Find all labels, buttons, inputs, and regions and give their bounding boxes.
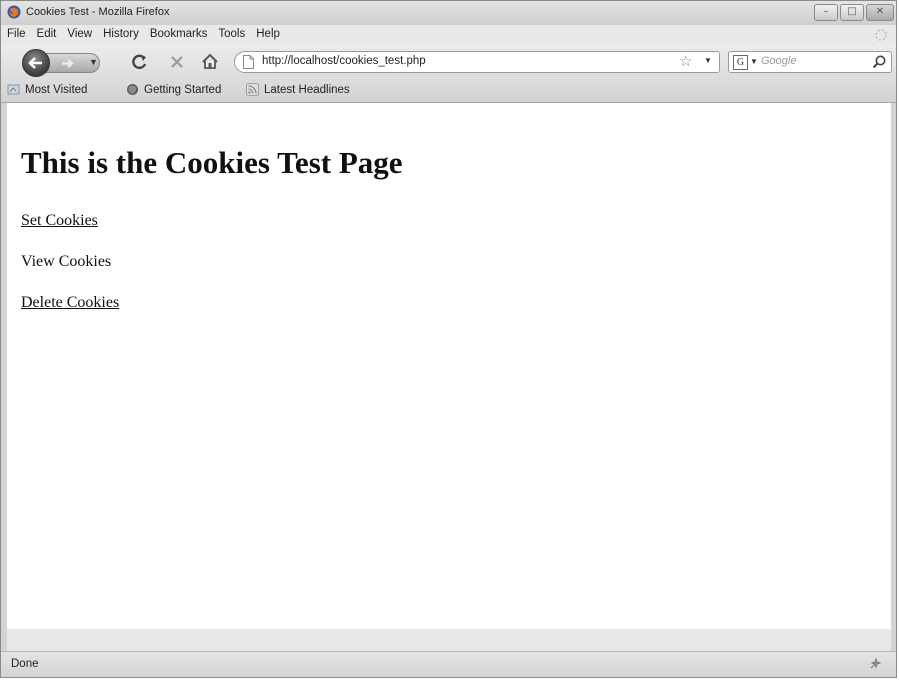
history-dropdown-icon[interactable]: ▼ bbox=[89, 57, 98, 67]
view-cookies-link[interactable]: View Cookies bbox=[21, 253, 111, 271]
back-arrow-icon bbox=[28, 57, 42, 69]
bookmark-most-visited[interactable]: Most Visited bbox=[7, 83, 87, 96]
menu-edit[interactable]: Edit bbox=[37, 28, 57, 40]
page-icon bbox=[243, 55, 254, 69]
reload-icon[interactable] bbox=[131, 53, 149, 71]
rss-feed-icon bbox=[246, 83, 259, 96]
star-icon[interactable]: ☆ bbox=[679, 53, 692, 71]
set-cookies-link[interactable]: Set Cookies bbox=[21, 212, 98, 230]
minimize-button[interactable]: – bbox=[814, 4, 838, 21]
title-bar: Cookies Test - Mozilla Firefox – □ ✕ bbox=[1, 1, 896, 25]
firefox-bookmark-icon bbox=[127, 84, 138, 95]
home-icon[interactable] bbox=[201, 53, 219, 71]
window-controls: – □ ✕ bbox=[812, 4, 894, 21]
status-bar: Done bbox=[1, 651, 896, 677]
back-button[interactable] bbox=[22, 49, 50, 77]
page-content: This is the Cookies Test Page Set Cookie… bbox=[7, 103, 891, 629]
bookmark-page-icon bbox=[7, 84, 20, 95]
firefox-logo-icon bbox=[7, 5, 21, 19]
url-dropdown-icon[interactable]: ▼ bbox=[704, 56, 712, 65]
bookmark-label: Getting Started bbox=[144, 83, 222, 96]
stop-icon[interactable] bbox=[168, 53, 186, 71]
search-input[interactable]: Google bbox=[761, 55, 796, 67]
url-bar[interactable]: http://localhost/cookies_test.php ☆ ▼ bbox=[234, 51, 720, 73]
magnifier-icon[interactable] bbox=[871, 54, 887, 70]
bookmark-getting-started[interactable]: Getting Started bbox=[126, 83, 221, 96]
minimize-icon: – bbox=[823, 6, 829, 17]
search-box[interactable]: G ▼ Google bbox=[728, 51, 892, 73]
url-text[interactable]: http://localhost/cookies_test.php bbox=[262, 55, 426, 67]
bookmarks-toolbar: Most Visited Getting Started Latest Head… bbox=[1, 77, 896, 103]
engine-dropdown-icon[interactable]: ▼ bbox=[750, 57, 758, 66]
menu-tools[interactable]: Tools bbox=[218, 28, 245, 40]
google-engine-icon[interactable]: G bbox=[733, 55, 748, 70]
bookmark-latest-headlines[interactable]: Latest Headlines bbox=[246, 83, 350, 96]
menu-file[interactable]: File bbox=[7, 28, 26, 40]
status-text: Done bbox=[11, 658, 39, 670]
menu-view[interactable]: View bbox=[67, 28, 92, 40]
navigation-toolbar: ▼ http://localhost/cookies_test.php ☆ ▼ … bbox=[1, 45, 896, 77]
menu-history[interactable]: History bbox=[103, 28, 139, 40]
maximize-icon: □ bbox=[847, 6, 857, 17]
addon-status-icon[interactable] bbox=[868, 656, 884, 672]
menu-help[interactable]: Help bbox=[256, 28, 280, 40]
forward-arrow-icon bbox=[62, 59, 74, 68]
bookmark-label: Most Visited bbox=[25, 83, 88, 96]
bookmark-label: Latest Headlines bbox=[264, 83, 350, 96]
delete-cookies-link[interactable]: Delete Cookies bbox=[21, 294, 119, 312]
browser-window: Cookies Test - Mozilla Firefox – □ ✕ Fil… bbox=[0, 0, 897, 678]
back-forward-group: ▼ bbox=[22, 49, 108, 77]
close-button[interactable]: ✕ bbox=[866, 4, 894, 21]
menu-bookmarks[interactable]: Bookmarks bbox=[150, 28, 208, 40]
maximize-button[interactable]: □ bbox=[840, 4, 864, 21]
throbber-icon bbox=[875, 29, 887, 41]
window-frame-right bbox=[891, 103, 896, 651]
menu-bar: File Edit View History Bookmarks Tools H… bbox=[1, 25, 896, 45]
close-icon: ✕ bbox=[875, 6, 885, 17]
window-title: Cookies Test - Mozilla Firefox bbox=[26, 6, 170, 18]
page-heading: This is the Cookies Test Page bbox=[21, 145, 403, 180]
